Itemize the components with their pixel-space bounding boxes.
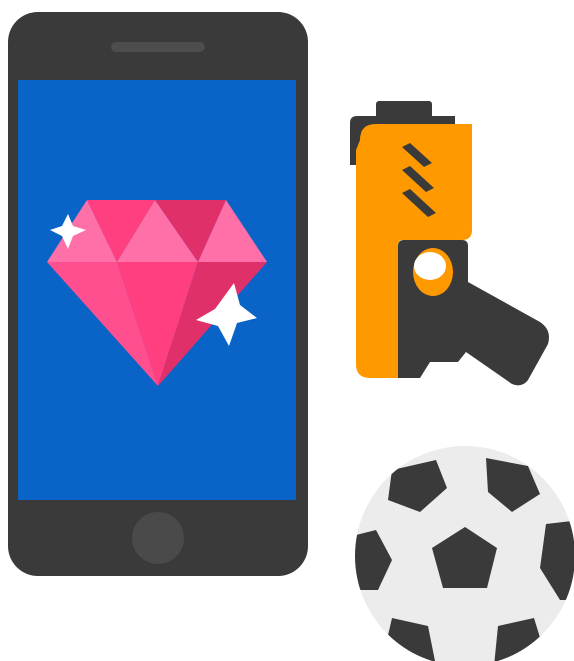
gun-trigger-highlight <box>414 252 446 280</box>
illustration-scene <box>0 0 574 661</box>
toy-gun-icon <box>350 101 549 386</box>
phone-home-button <box>132 512 184 564</box>
phone-speaker <box>111 42 205 52</box>
illustration-canvas <box>8 12 574 661</box>
soccer-ball-icon <box>355 446 574 661</box>
